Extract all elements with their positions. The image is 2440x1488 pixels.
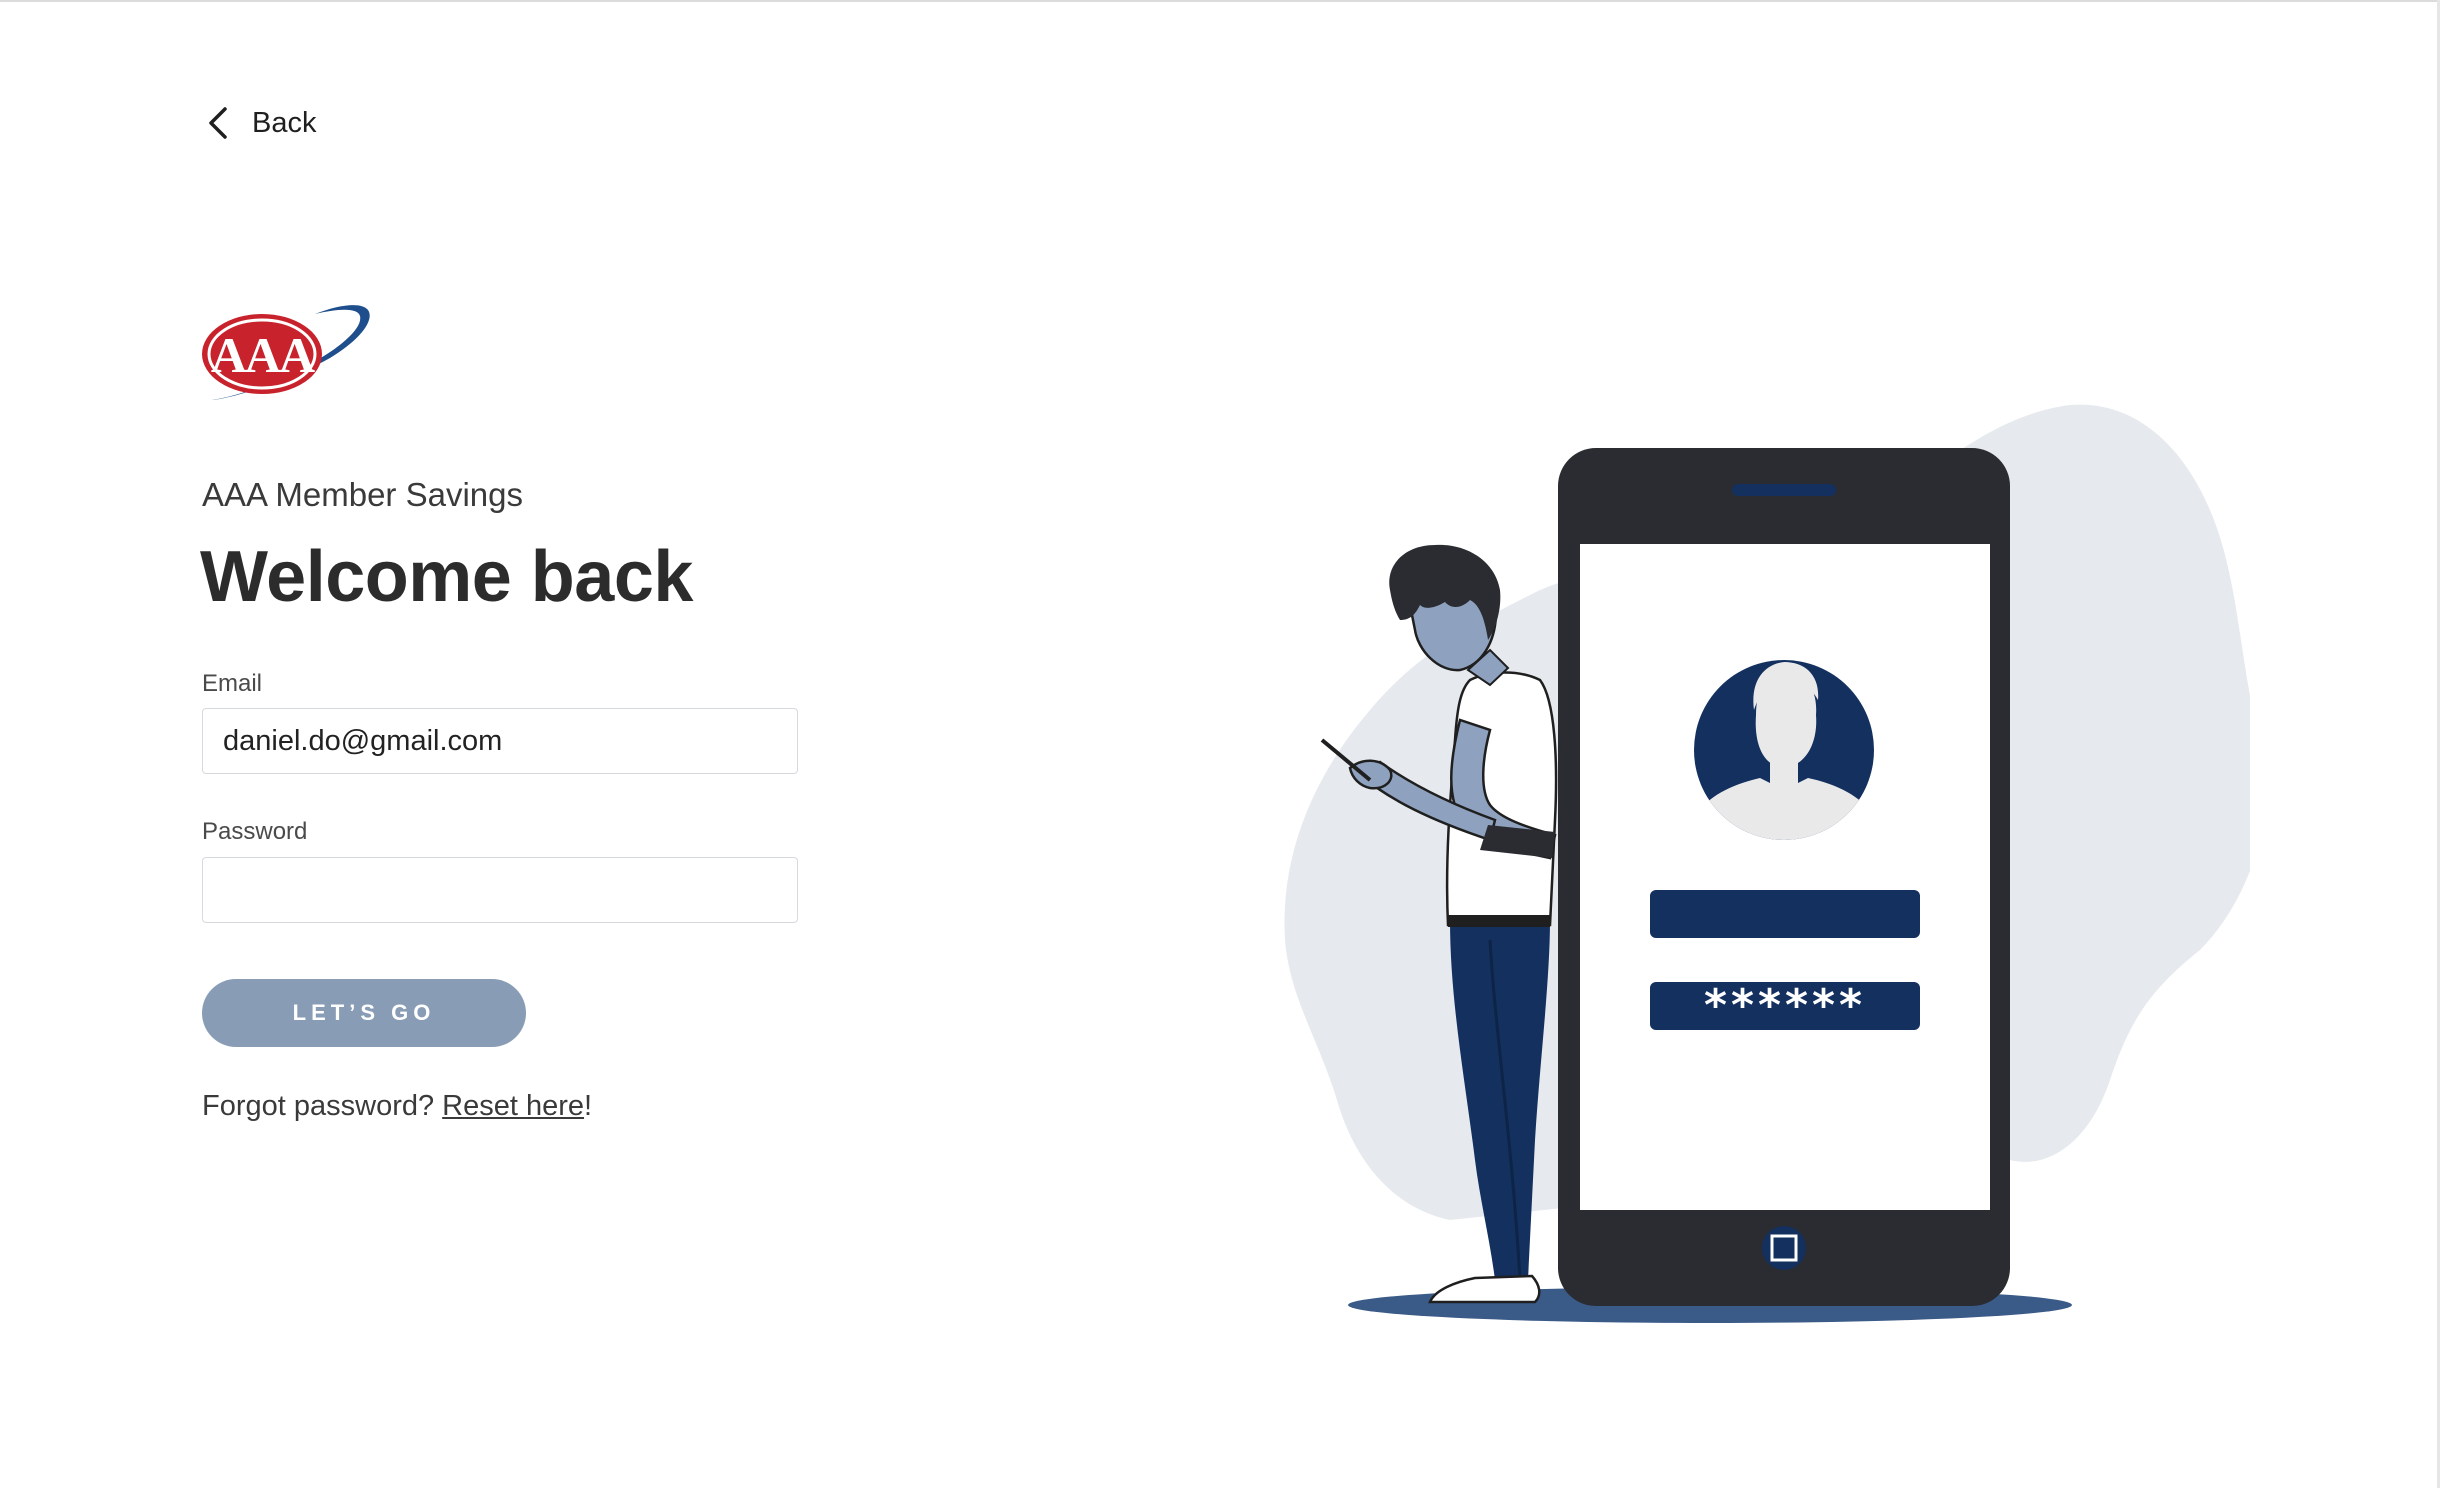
phone-screen	[1580, 544, 1990, 1210]
password-field[interactable]	[202, 857, 798, 923]
forgot-password-text: Forgot password? Reset here!	[202, 1090, 592, 1123]
email-field[interactable]	[202, 708, 798, 774]
forgot-password-suffix: !	[584, 1090, 593, 1122]
username-bar	[1650, 890, 1920, 938]
phone-speaker	[1732, 484, 1836, 496]
aaa-logo: AAA	[200, 300, 375, 415]
email-label: Email	[202, 670, 263, 697]
login-illustration: ******	[1250, 380, 2267, 1345]
page-title: Welcome back	[200, 537, 693, 617]
forgot-password-prompt: Forgot password?	[202, 1090, 443, 1122]
password-label: Password	[202, 818, 308, 845]
reset-password-link[interactable]: Reset here	[442, 1090, 584, 1122]
svg-text:******: ******	[1704, 980, 1866, 1031]
chevron-left-icon	[206, 106, 230, 140]
back-link[interactable]: Back	[206, 100, 316, 146]
svg-text:AAA: AAA	[211, 327, 315, 383]
lets-go-button[interactable]: LET’S GO	[202, 979, 526, 1047]
page-subtitle: AAA Member Savings	[202, 476, 523, 513]
home-button	[1762, 1226, 1806, 1270]
back-label: Back	[252, 106, 317, 139]
top-border	[0, 0, 2440, 2]
